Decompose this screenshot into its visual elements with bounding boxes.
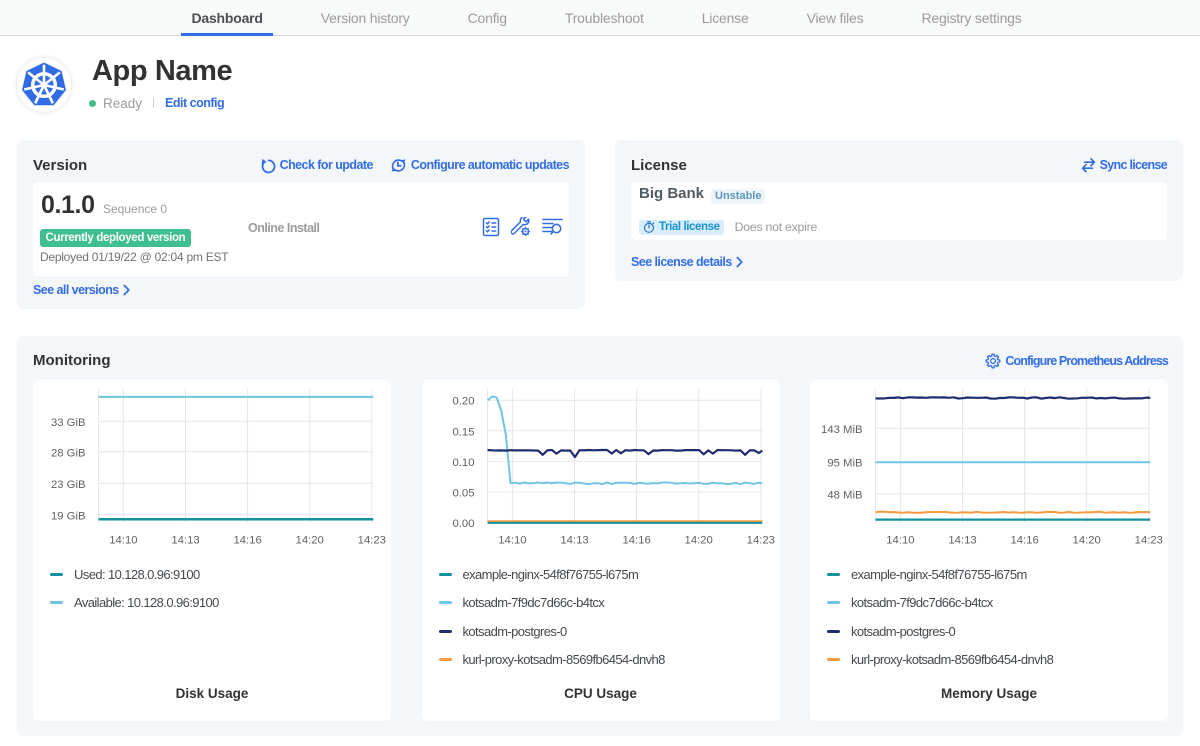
svg-text:14:16: 14:16 (233, 535, 261, 547)
svg-text:14:20: 14:20 (296, 535, 324, 547)
svg-text:33 GiB: 33 GiB (51, 417, 86, 429)
svg-text:19 GiB: 19 GiB (51, 510, 86, 522)
svg-text:95 MiB: 95 MiB (827, 458, 862, 470)
svg-text:48 MiB: 48 MiB (827, 489, 862, 501)
svg-text:14:23: 14:23 (358, 535, 386, 547)
svg-text:0.20: 0.20 (452, 396, 474, 408)
svg-text:14:13: 14:13 (948, 535, 976, 547)
svg-text:14:13: 14:13 (560, 535, 588, 547)
svg-text:23 GiB: 23 GiB (51, 479, 86, 491)
svg-text:14:10: 14:10 (886, 535, 914, 547)
svg-text:143 MiB: 143 MiB (821, 424, 862, 436)
svg-text:14:13: 14:13 (171, 535, 199, 547)
svg-text:14:23: 14:23 (1135, 535, 1163, 547)
svg-text:14:10: 14:10 (498, 535, 526, 547)
svg-text:28 GiB: 28 GiB (51, 447, 86, 459)
svg-text:0.15: 0.15 (452, 426, 474, 438)
svg-text:0.05: 0.05 (452, 488, 474, 500)
svg-text:14:20: 14:20 (684, 535, 712, 547)
svg-text:0.00: 0.00 (452, 518, 474, 530)
svg-text:14:20: 14:20 (1073, 535, 1101, 547)
svg-text:14:16: 14:16 (622, 535, 650, 547)
svg-text:14:23: 14:23 (746, 535, 774, 547)
svg-text:14:16: 14:16 (1010, 535, 1038, 547)
svg-text:14:10: 14:10 (109, 535, 137, 547)
svg-text:0.10: 0.10 (452, 457, 474, 469)
